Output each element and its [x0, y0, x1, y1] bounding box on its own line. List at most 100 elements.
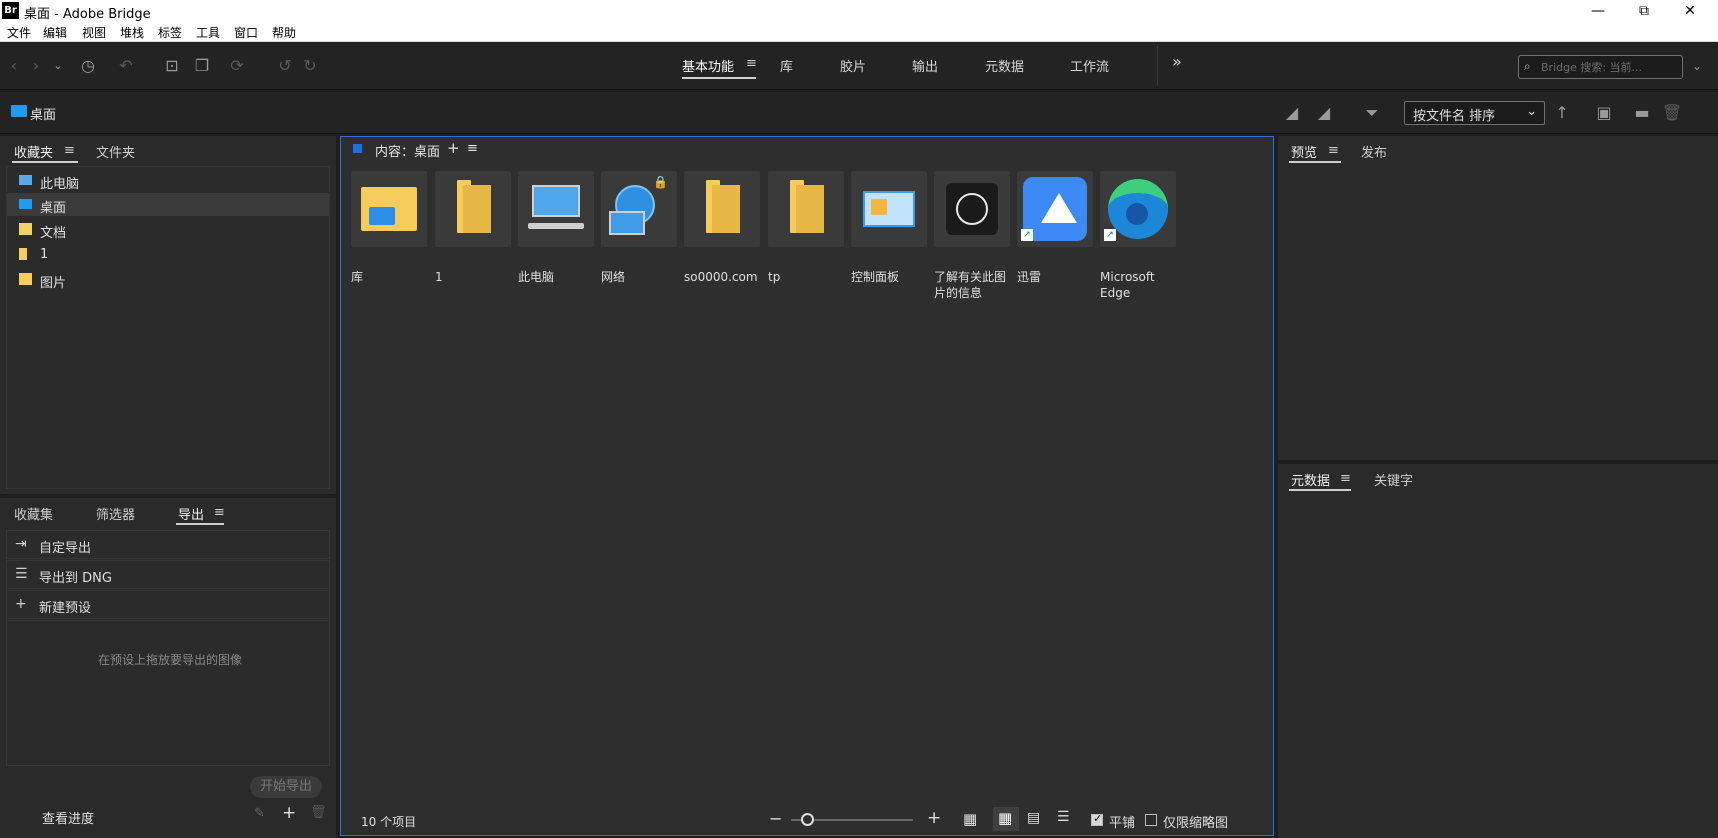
- start-export-button[interactable]: 开始导出: [250, 776, 322, 798]
- menu-edit[interactable]: 编辑: [43, 24, 67, 41]
- thumbnail-this-pc[interactable]: [518, 171, 594, 247]
- menu-view[interactable]: 视图: [82, 24, 106, 41]
- panel-menu-icon[interactable]: ≡: [64, 143, 75, 158]
- zoom-slider-handle[interactable]: [801, 813, 814, 826]
- favorite-item[interactable]: 文档: [7, 218, 329, 241]
- workspace-library[interactable]: 库: [780, 56, 793, 75]
- camera-import-icon[interactable]: ⊡: [160, 54, 184, 78]
- menu-tools[interactable]: 工具: [196, 24, 220, 41]
- workspace-metadata[interactable]: 元数据: [985, 56, 1024, 75]
- thumbnail-control-panel[interactable]: [851, 171, 927, 247]
- zoom-in-icon[interactable]: +: [927, 808, 941, 828]
- quality-icon[interactable]: ◢: [1280, 101, 1304, 125]
- menu-file[interactable]: 文件: [7, 24, 31, 41]
- panel-menu-icon[interactable]: ≡: [1340, 471, 1351, 486]
- view-thumbnails-button[interactable]: ▦: [993, 807, 1019, 831]
- new-folder-icon[interactable]: ▬: [1630, 101, 1654, 125]
- refine-icon[interactable]: ❐: [190, 54, 214, 78]
- tab-export[interactable]: 导出: [178, 504, 204, 523]
- workspace-filmstrip[interactable]: 胶片: [840, 56, 866, 75]
- thumbnail-image-info[interactable]: [934, 171, 1010, 247]
- favorite-item[interactable]: 此电脑: [7, 169, 329, 192]
- menu-stack[interactable]: 堆栈: [120, 24, 144, 41]
- search-input[interactable]: [1541, 59, 1679, 75]
- close-button[interactable]: ✕: [1667, 0, 1713, 22]
- restore-button[interactable]: ⧉: [1621, 0, 1667, 22]
- menu-label[interactable]: 标签: [158, 24, 182, 41]
- menu-help[interactable]: 帮助: [272, 24, 296, 41]
- thumbnail-edge[interactable]: ↗: [1100, 171, 1176, 247]
- tile-checkbox[interactable]: [1091, 812, 1103, 826]
- add-tab-icon[interactable]: +: [447, 139, 460, 157]
- add-icon[interactable]: +: [282, 803, 296, 823]
- search-icon: ⌕: [1524, 59, 1531, 73]
- thumbnail-network[interactable]: 🔒: [601, 171, 677, 247]
- panel-menu-icon[interactable]: ≡: [214, 505, 225, 520]
- new-preset[interactable]: + 新建预设: [6, 590, 330, 619]
- tab-favorites[interactable]: 收藏夹: [14, 142, 53, 161]
- grid-lock-icon[interactable]: ▦: [963, 810, 977, 828]
- tab-preview[interactable]: 预览: [1291, 142, 1317, 161]
- path-breadcrumb[interactable]: 桌面: [30, 104, 56, 123]
- thumbnail-label: tp: [768, 270, 781, 284]
- zoom-out-icon[interactable]: −: [769, 809, 782, 828]
- rotate-right-icon[interactable]: ↻: [298, 54, 322, 78]
- tab-folders[interactable]: 文件夹: [96, 142, 135, 161]
- thumbnail-folder-tp[interactable]: [768, 171, 844, 247]
- thumbnail-xunlei[interactable]: ↗: [1017, 171, 1093, 247]
- open-in-camera-raw-icon[interactable]: ⟳: [225, 54, 249, 78]
- chevron-down-icon[interactable]: ⌄: [46, 54, 70, 78]
- more-workspaces-icon[interactable]: »: [1172, 52, 1182, 71]
- panel-menu-icon[interactable]: ≡: [1328, 143, 1339, 158]
- view-list-icon[interactable]: ☰: [1057, 809, 1070, 825]
- new-preset-label: 新建预设: [39, 601, 92, 616]
- favorite-item[interactable]: 1: [7, 243, 329, 266]
- tab-filter[interactable]: 筛选器: [96, 504, 135, 523]
- export-preset-dng[interactable]: ☰ 导出到 DNG: [6, 560, 330, 589]
- active-tab-underline: [1289, 489, 1351, 491]
- grid-icon: ▦: [998, 809, 1013, 827]
- recent-folders-icon[interactable]: ▣: [1592, 101, 1616, 125]
- return-icon[interactable]: ↶: [114, 54, 138, 78]
- thumbnail-label: Microsoft Edge: [1100, 270, 1155, 300]
- tab-keywords[interactable]: 关键字: [1374, 470, 1413, 489]
- workspace-essentials[interactable]: 基本功能: [682, 56, 734, 75]
- export-preset-label: 自定导出: [39, 541, 92, 556]
- thumbnail-only-checkbox[interactable]: [1145, 814, 1157, 826]
- tab-collections[interactable]: 收藏集: [14, 504, 53, 523]
- recent-history-icon[interactable]: ◷: [76, 54, 100, 78]
- delete-icon[interactable]: 🗑: [1660, 101, 1684, 125]
- workspace-output[interactable]: 输出: [912, 56, 938, 75]
- minimize-button[interactable]: —: [1575, 0, 1621, 22]
- menu-window[interactable]: 窗口: [234, 24, 258, 41]
- favorites-list: 此电脑 桌面 文档 1 图片: [6, 166, 330, 489]
- rotate-left-icon[interactable]: ↺: [273, 54, 297, 78]
- edit-icon[interactable]: ✎: [254, 806, 265, 821]
- rating-filter-icon[interactable]: ◢: [1312, 101, 1336, 125]
- view-progress-link[interactable]: 查看进度: [42, 808, 94, 827]
- sort-ascending-icon[interactable]: ↑: [1550, 101, 1574, 125]
- forward-icon[interactable]: ›: [24, 54, 48, 78]
- thumbnail-library[interactable]: [351, 171, 427, 247]
- sort-dropdown[interactable]: 按文件名 排序 ⌄: [1404, 101, 1545, 125]
- workspace-menu-icon[interactable]: ≡: [746, 56, 757, 71]
- back-icon[interactable]: ‹: [2, 54, 26, 78]
- search-box[interactable]: ⌕: [1518, 55, 1683, 79]
- workspace-workflow[interactable]: 工作流: [1070, 56, 1109, 75]
- favorite-label: 桌面: [40, 201, 67, 216]
- thumbnail-folder-1[interactable]: [435, 171, 511, 247]
- export-drop-zone[interactable]: 在预设上拖放要导出的图像: [6, 620, 330, 766]
- panel-menu-icon[interactable]: ≡: [467, 141, 478, 156]
- search-options-icon[interactable]: ⌄: [1685, 54, 1709, 78]
- folder-icon: [790, 180, 824, 233]
- delete-icon[interactable]: 🗑: [310, 805, 327, 820]
- filter-icon[interactable]: ⏷: [1360, 101, 1384, 125]
- view-details-icon[interactable]: ▤: [1027, 810, 1040, 826]
- export-preset-custom[interactable]: ⇥ 自定导出: [6, 530, 330, 559]
- favorite-item[interactable]: 桌面: [7, 193, 329, 216]
- thumbnail-folder-so0000[interactable]: [684, 171, 760, 247]
- favorite-item[interactable]: 图片: [7, 268, 329, 291]
- tab-publish[interactable]: 发布: [1361, 142, 1387, 161]
- content-panel: 内容：桌面 + ≡ 库 1 此电脑 🔒 网络 so0000.com tp 控制面…: [340, 136, 1274, 836]
- tab-metadata[interactable]: 元数据: [1291, 470, 1330, 489]
